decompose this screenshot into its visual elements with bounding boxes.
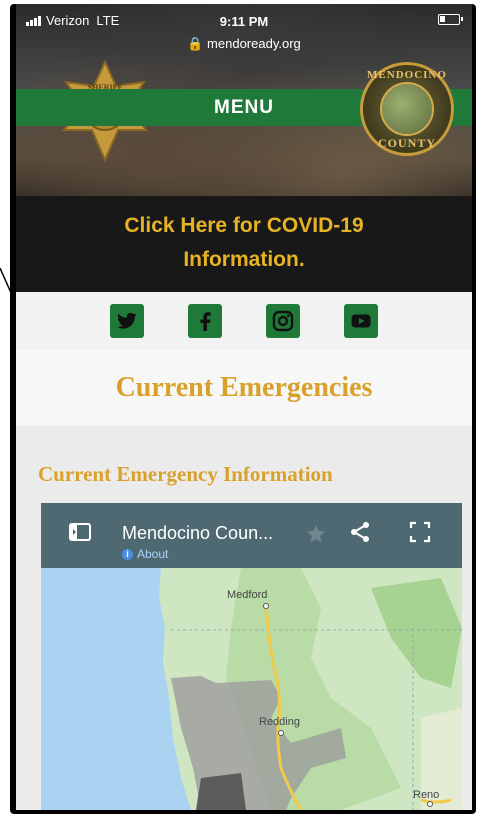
youtube-icon[interactable] [344, 304, 378, 338]
seal-bottom-text: COUNTY [377, 136, 436, 150]
share-icon[interactable] [347, 519, 373, 550]
embedded-google-map[interactable]: Mendocino Coun... i About Medford Reddin… [41, 503, 462, 810]
map-toolbar: Mendocino Coun... i About [41, 503, 462, 568]
instagram-icon[interactable] [266, 304, 300, 338]
covid-info-link[interactable]: Click Here for COVID-19 Information. [16, 196, 472, 292]
lock-icon: 🔒 [187, 36, 204, 51]
facebook-icon[interactable] [188, 304, 222, 338]
clock: 9:11 PM [219, 14, 269, 29]
covid-line-2: Information. [183, 248, 305, 271]
url-text: mendoready.org [207, 36, 301, 51]
seal-tree-image [380, 82, 434, 136]
star-icon[interactable] [303, 521, 329, 552]
phone-frame: SHERIFF MENU MENDOCINO COUNTY Verizon LT… [10, 4, 476, 814]
fullscreen-icon[interactable] [407, 519, 433, 550]
map-place-redding: Redding [259, 716, 300, 728]
county-seal-logo: MENDOCINO COUNTY [360, 62, 454, 156]
url-bar[interactable]: 🔒 mendoready.org [16, 36, 472, 52]
emergency-info-section: Current Emergency Information Mendocino … [16, 426, 472, 810]
emergency-info-title: Current Emergency Information [38, 462, 333, 486]
sidebar-toggle-icon[interactable] [67, 519, 93, 550]
emergencies-heading: Current Emergencies [16, 350, 472, 426]
social-links [16, 292, 472, 350]
about-label: About [137, 547, 169, 561]
twitter-icon[interactable] [110, 304, 144, 338]
battery-icon [438, 14, 463, 25]
ios-status-bar: Verizon LTE 9:11 PM 🔒 mendoready.org [16, 4, 472, 51]
map-canvas[interactable] [41, 568, 462, 810]
browser-viewport: SHERIFF MENU MENDOCINO COUNTY Verizon LT… [16, 4, 472, 810]
map-place-reno: Reno [413, 789, 440, 801]
seal-top-text: MENDOCINO [367, 69, 447, 81]
menu-label: MENU [214, 96, 274, 118]
site-header: SHERIFF MENU MENDOCINO COUNTY Verizon LT… [16, 4, 472, 196]
covid-line-1: Click Here for COVID-19 [124, 214, 364, 237]
map-title[interactable]: Mendocino Coun... [122, 523, 273, 544]
info-icon: i [122, 548, 133, 560]
about-link[interactable]: i About [122, 547, 168, 561]
map-place-medford: Medford [227, 589, 268, 601]
